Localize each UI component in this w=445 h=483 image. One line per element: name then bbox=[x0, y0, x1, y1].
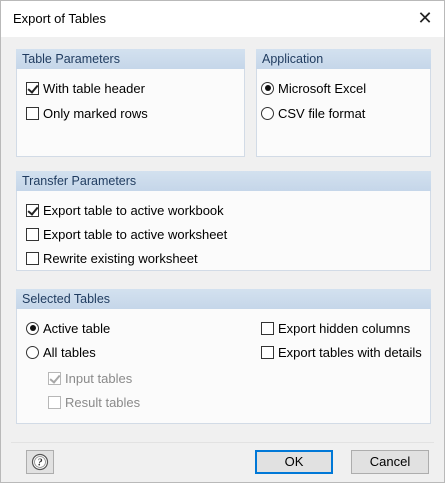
export-hidden-columns-checkbox[interactable] bbox=[261, 321, 274, 335]
with-table-header-checkbox[interactable] bbox=[26, 81, 39, 95]
csv-file-format-label: CSV file format bbox=[278, 105, 366, 121]
selected-tables-group: Selected Tables Active table All tables … bbox=[16, 289, 431, 424]
active-table-radio[interactable] bbox=[26, 321, 39, 335]
title-bar: Export of Tables ✕ bbox=[1, 1, 444, 37]
export-to-active-workbook-checkbox[interactable] bbox=[26, 203, 39, 217]
table-parameters-header: Table Parameters bbox=[16, 49, 245, 69]
csv-file-format-radio[interactable] bbox=[261, 106, 274, 120]
only-marked-rows-checkbox[interactable] bbox=[26, 106, 39, 120]
input-tables-option: Input tables bbox=[48, 369, 132, 387]
result-tables-checkbox bbox=[48, 395, 61, 409]
input-tables-checkbox bbox=[48, 371, 61, 385]
result-tables-option: Result tables bbox=[48, 393, 140, 411]
microsoft-excel-option[interactable]: Microsoft Excel bbox=[261, 79, 366, 97]
microsoft-excel-label: Microsoft Excel bbox=[278, 80, 367, 96]
result-tables-label: Result tables bbox=[65, 394, 141, 410]
application-header: Application bbox=[256, 49, 431, 69]
export-to-active-worksheet-label: Export table to active worksheet bbox=[43, 226, 228, 242]
rewrite-existing-worksheet-option[interactable]: Rewrite existing worksheet bbox=[26, 249, 198, 267]
microsoft-excel-radio[interactable] bbox=[261, 81, 274, 95]
all-tables-radio[interactable] bbox=[26, 345, 39, 359]
svg-text:?: ? bbox=[38, 458, 43, 469]
with-table-header-label: With table header bbox=[43, 80, 145, 96]
with-table-header-option[interactable]: With table header bbox=[26, 79, 145, 97]
export-to-active-workbook-option[interactable]: Export table to active workbook bbox=[26, 201, 224, 219]
only-marked-rows-option[interactable]: Only marked rows bbox=[26, 104, 148, 122]
help-button[interactable]: ? bbox=[26, 450, 54, 474]
export-tables-with-details-option[interactable]: Export tables with details bbox=[261, 343, 422, 361]
footer-divider bbox=[11, 442, 434, 443]
all-tables-label: All tables bbox=[43, 344, 96, 360]
export-dialog: Export of Tables ✕ Table Parameters With… bbox=[0, 0, 445, 483]
export-to-active-worksheet-option[interactable]: Export table to active worksheet bbox=[26, 225, 227, 243]
selected-tables-header: Selected Tables bbox=[16, 289, 431, 309]
export-to-active-worksheet-checkbox[interactable] bbox=[26, 227, 39, 241]
close-icon[interactable]: ✕ bbox=[412, 5, 438, 31]
dialog-title: Export of Tables bbox=[13, 11, 106, 26]
application-group: Application Microsoft Excel CSV file for… bbox=[256, 49, 431, 157]
export-hidden-columns-option[interactable]: Export hidden columns bbox=[261, 319, 410, 337]
transfer-parameters-header: Transfer Parameters bbox=[16, 171, 431, 191]
only-marked-rows-label: Only marked rows bbox=[43, 105, 148, 121]
active-table-option[interactable]: Active table bbox=[26, 319, 110, 337]
active-table-label: Active table bbox=[43, 320, 111, 336]
table-parameters-group: Table Parameters With table header Only … bbox=[16, 49, 245, 157]
csv-file-format-option[interactable]: CSV file format bbox=[261, 104, 365, 122]
ok-button[interactable]: OK bbox=[255, 450, 333, 474]
all-tables-option[interactable]: All tables bbox=[26, 343, 96, 361]
export-tables-with-details-label: Export tables with details bbox=[278, 344, 422, 360]
export-hidden-columns-label: Export hidden columns bbox=[278, 320, 411, 336]
help-icon: ? bbox=[31, 453, 49, 471]
export-to-active-workbook-label: Export table to active workbook bbox=[43, 202, 224, 218]
rewrite-existing-worksheet-label: Rewrite existing worksheet bbox=[43, 250, 198, 266]
cancel-button[interactable]: Cancel bbox=[351, 450, 429, 474]
input-tables-label: Input tables bbox=[65, 370, 133, 386]
transfer-parameters-group: Transfer Parameters Export table to acti… bbox=[16, 171, 431, 271]
export-tables-with-details-checkbox[interactable] bbox=[261, 345, 274, 359]
rewrite-existing-worksheet-checkbox[interactable] bbox=[26, 251, 39, 265]
